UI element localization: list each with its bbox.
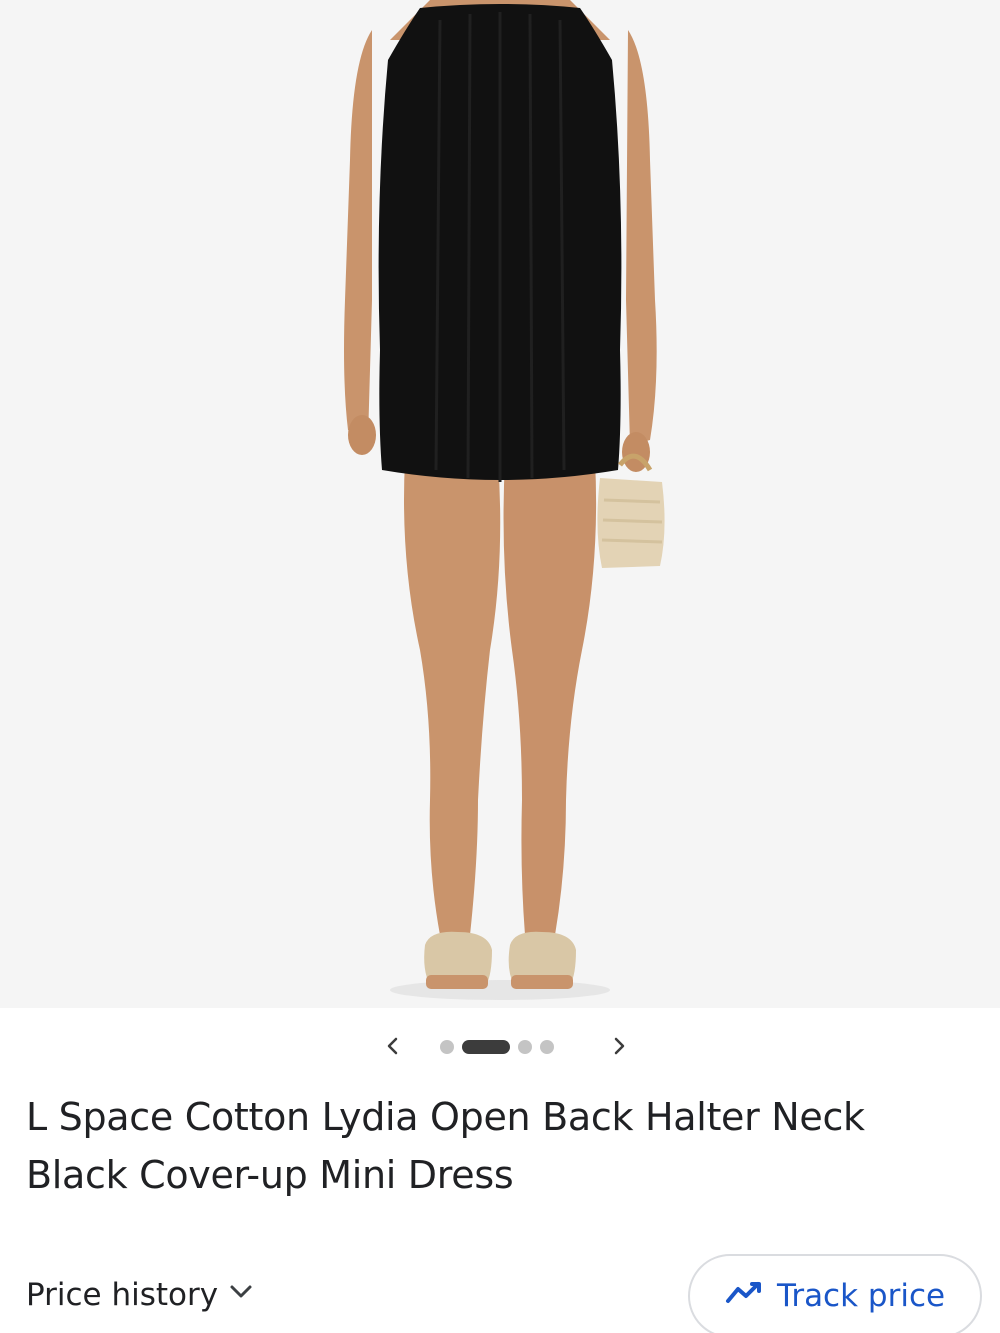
- track-price-label: Track price: [776, 1278, 946, 1314]
- price-history-label: Price history: [26, 1277, 219, 1313]
- carousel-dots: [440, 1040, 554, 1054]
- chevron-left-icon[interactable]: [377, 1030, 409, 1062]
- carousel-dot[interactable]: [518, 1040, 532, 1054]
- carousel-dot-active[interactable]: [462, 1040, 510, 1054]
- image-carousel: [0, 1024, 1000, 1068]
- chevron-right-icon[interactable]: [603, 1030, 635, 1062]
- trending-up-icon: [725, 1278, 765, 1314]
- chevron-down-icon: [226, 1276, 256, 1314]
- product-image[interactable]: [0, 0, 1000, 1008]
- product-page: L Space Cotton Lydia Open Back Halter Ne…: [0, 0, 1000, 1333]
- product-title: L Space Cotton Lydia Open Back Halter Ne…: [26, 1095, 865, 1197]
- carousel-dot[interactable]: [440, 1040, 454, 1054]
- price-history-button[interactable]: Price history: [26, 1272, 256, 1318]
- track-price-button[interactable]: Track price: [688, 1254, 982, 1333]
- dress-photo-illustration: [344, 0, 665, 1000]
- carousel-dot[interactable]: [540, 1040, 554, 1054]
